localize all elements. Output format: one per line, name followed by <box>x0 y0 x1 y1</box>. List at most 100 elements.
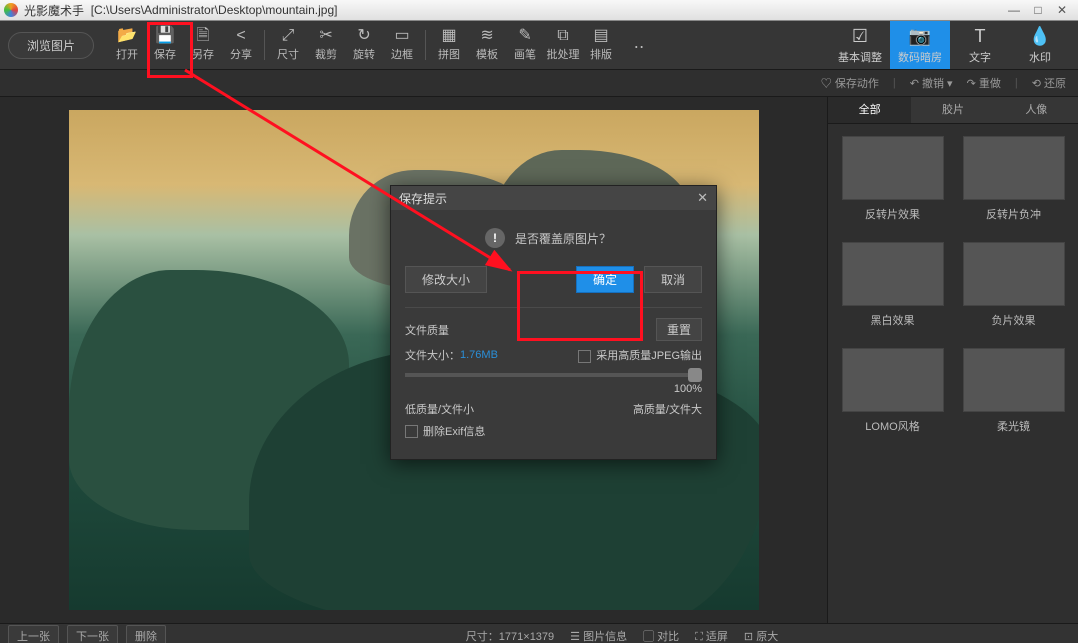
main-toolbar: 浏览图片 📂 打开 💾保存🗎另存<分享 ⤢ 尺寸 ✂裁剪 ↻ 旋转 ▭ 边框 ▦ 拼图 ≋ 模板 ✎画笔⧉批… <box>0 21 1078 70</box>
hq-jpeg-checkbox[interactable] <box>578 350 591 363</box>
warning-icon: ! <box>485 228 505 248</box>
file-path: [C:\Users\Administrator\Desktop\mountain… <box>91 3 338 17</box>
tool-icon: ▤ <box>593 28 608 44</box>
right-tab-3[interactable]: 💧水印 <box>1010 21 1070 69</box>
dialog-titlebar: 保存提示 ✕ <box>391 186 716 210</box>
tool-分享[interactable]: <分享 <box>222 25 260 65</box>
del-exif-checkbox[interactable] <box>405 425 418 438</box>
effect-item[interactable]: 负片效果 <box>957 242 1070 328</box>
tool-label: 模板 <box>476 46 498 62</box>
titlebar: 光影魔术手 [C:\Users\Administrator\Desktop\mo… <box>0 0 1078 21</box>
orig-button[interactable]: ⊡ 原大 <box>744 628 778 643</box>
effect-label: 柔光镜 <box>997 418 1030 434</box>
tool-more[interactable]: ‥ <box>620 25 658 65</box>
effect-item[interactable]: 反转片效果 <box>836 136 949 222</box>
tool-旋转[interactable]: ↻ 旋转 <box>345 25 383 65</box>
tool-label: 排版 <box>590 46 612 62</box>
tool-label: 边框 <box>391 46 413 62</box>
tool-label: 批处理 <box>547 46 580 62</box>
side-tabs: 全部胶片人像 <box>828 97 1078 124</box>
app-title: 光影魔术手 <box>24 2 84 19</box>
right-tab-2[interactable]: T文字 <box>950 21 1010 69</box>
dimensions: 尺寸：1771×1379 <box>466 628 554 643</box>
tool-label: 旋转 <box>353 46 375 62</box>
effect-thumb <box>963 348 1065 412</box>
tool-icon: < <box>236 28 245 44</box>
maximize-button[interactable]: □ <box>1026 3 1050 17</box>
undo-button[interactable]: ↶ 撤销 ▾ <box>910 75 953 91</box>
tool-另存[interactable]: 🗎另存 <box>184 25 222 65</box>
tool-label: 尺寸 <box>277 46 299 62</box>
tool-画笔[interactable]: ✎画笔 <box>506 25 544 65</box>
redo-button[interactable]: ↷ 重做 <box>967 75 1001 91</box>
effect-item[interactable]: LOMO风格 <box>836 348 949 434</box>
resize-button[interactable]: 修改大小 <box>405 266 487 293</box>
action-bar: ♡ 保存动作 | ↶ 撤销 ▾ ↷ 重做 | ⟲ 还原 <box>0 70 1078 97</box>
slider-value: 100% <box>674 383 702 395</box>
effect-thumb <box>963 242 1065 306</box>
close-button[interactable]: ✕ <box>1050 3 1074 17</box>
tool-icon: ↻ <box>357 28 370 44</box>
tool-尺寸[interactable]: ⤢ 尺寸 <box>269 25 307 65</box>
image-info[interactable]: ☰ 图片信息 <box>570 628 627 643</box>
delete-button[interactable]: 删除 <box>126 625 166 643</box>
next-button[interactable]: 下一张 <box>67 625 118 643</box>
minimize-button[interactable]: — <box>1002 3 1026 17</box>
restore-button[interactable]: ⟲ 还原 <box>1032 75 1066 91</box>
save-action[interactable]: ♡ 保存动作 <box>821 75 879 91</box>
tool-裁剪[interactable]: ✂裁剪 <box>307 25 345 65</box>
tool-icon: 📂 <box>117 28 137 44</box>
effect-item[interactable]: 黑白效果 <box>836 242 949 328</box>
side-tab-1[interactable]: 胶片 <box>911 97 994 123</box>
tool-icon: ≋ <box>480 28 493 44</box>
tool-批处理[interactable]: ⧉批处理 <box>544 25 582 65</box>
tool-模板[interactable]: ≋ 模板 <box>468 25 506 65</box>
quality-slider[interactable] <box>405 373 702 377</box>
tool-保存[interactable]: 💾保存 <box>146 25 184 65</box>
effect-item[interactable]: 柔光镜 <box>957 348 1070 434</box>
fit-button[interactable]: ⛶ 适屏 <box>695 628 728 643</box>
dialog-close-icon[interactable]: ✕ <box>697 190 708 206</box>
rtab-icon: T <box>975 26 986 47</box>
tool-label: 拼图 <box>438 46 460 62</box>
side-tab-2[interactable]: 人像 <box>995 97 1078 123</box>
prev-button[interactable]: 上一张 <box>8 625 59 643</box>
tool-icon: ▭ <box>394 28 409 44</box>
rtab-label: 数码暗房 <box>898 49 942 65</box>
effect-label: 黑白效果 <box>871 312 915 328</box>
effect-thumb <box>842 348 944 412</box>
high-quality-label: 高质量/文件大 <box>633 401 702 417</box>
tool-icon: 💾 <box>155 28 175 44</box>
right-tab-1[interactable]: 📷数码暗房 <box>890 21 950 69</box>
filesize-value: 1.76MB <box>460 349 498 361</box>
save-dialog: 保存提示 ✕ ! 是否覆盖原图片？ 修改大小 确定 取消 文件质量 重置 文件大… <box>390 185 717 460</box>
tool-label: 打开 <box>116 46 138 62</box>
quality-header: 文件质量 <box>405 322 449 338</box>
bottom-bar: 上一张 下一张 删除 尺寸：1771×1379 ☰ 图片信息 ▢ 对比 ⛶ 适屏… <box>0 623 1078 643</box>
filesize-label: 文件大小： <box>405 347 460 363</box>
tool-打开[interactable]: 📂 打开 <box>108 25 146 65</box>
rtab-icon: ☑ <box>852 26 868 47</box>
reset-button[interactable]: 重置 <box>656 318 702 341</box>
tool-icon: 🗎 <box>197 28 210 44</box>
browse-button[interactable]: 浏览图片 <box>8 32 94 59</box>
tool-icon: ⤢ <box>282 28 295 44</box>
tool-边框[interactable]: ▭ 边框 <box>383 25 421 65</box>
effect-item[interactable]: 反转片负冲 <box>957 136 1070 222</box>
ok-button[interactable]: 确定 <box>576 266 634 293</box>
tool-icon: ▦ <box>441 28 456 44</box>
app-icon <box>4 3 18 17</box>
tool-icon: ✎ <box>518 28 531 44</box>
effect-label: 负片效果 <box>992 312 1036 328</box>
dialog-title: 保存提示 <box>399 190 447 207</box>
cancel-button[interactable]: 取消 <box>644 266 702 293</box>
effect-thumb <box>842 242 944 306</box>
tool-拼图[interactable]: ▦ 拼图 <box>430 25 468 65</box>
tool-排版[interactable]: ▤ 排版 <box>582 25 620 65</box>
right-tab-0[interactable]: ☑基本调整 <box>830 21 890 69</box>
del-exif-label: 删除Exif信息 <box>423 423 485 439</box>
dialog-message: 是否覆盖原图片？ <box>515 230 611 247</box>
compare-button[interactable]: ▢ 对比 <box>643 628 679 643</box>
effects-grid: 反转片效果反转片负冲黑白效果 负片效果 LOMO风格柔光镜 <box>828 124 1078 446</box>
side-tab-0[interactable]: 全部 <box>828 97 911 123</box>
